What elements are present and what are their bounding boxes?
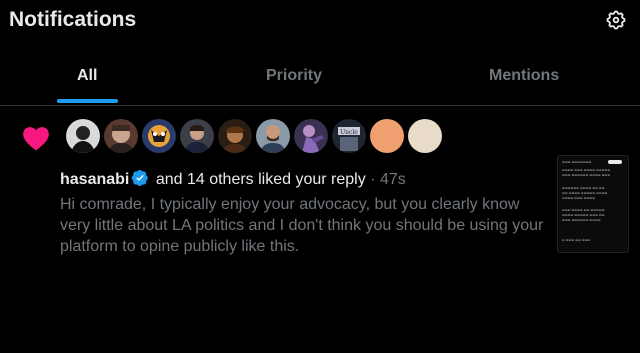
thumbnail-line: ▬▬▬ ▬▬▬▬▬▬ ▬▬▬▬ ▬▬▬ <box>562 173 611 177</box>
thumbnail-button <box>608 160 622 164</box>
avatar[interactable] <box>294 119 328 153</box>
avatar[interactable] <box>256 119 290 153</box>
active-tab-indicator <box>57 99 118 103</box>
thumbnail-line: ▬▬▬▬ ▬▬▬ ▬▬▬▬ ▬▬▬▬▬ <box>562 168 611 172</box>
tab-mentions[interactable]: Mentions <box>413 52 640 106</box>
avatar[interactable] <box>408 119 442 153</box>
heart-icon <box>23 127 49 151</box>
reply-preview-thumbnail[interactable]: ▬▬▬ ▬▬▬▬▬▬▬ ▬▬▬▬ ▬▬▬ ▬▬▬▬ ▬▬▬▬▬ ▬▬▬ ▬▬▬▬… <box>557 155 629 253</box>
thumbnail-line: ▬▬▬ ▬▬▬▬▬▬▬ <box>562 160 592 164</box>
notification-summary: hasanabi and 14 others liked your reply … <box>60 169 406 189</box>
thumbnail-line: ▬▬▬▬ ▬▬▬ ▬▬▬▬ <box>562 196 596 200</box>
tab-all-label: All <box>77 67 98 84</box>
username-link[interactable]: hasanabi <box>60 171 129 188</box>
avatar[interactable] <box>218 119 252 153</box>
like-action-text: and 14 others liked your reply <box>155 171 366 188</box>
timestamp: 47s <box>379 171 406 188</box>
thumbnail-line: ▬▬ ▬▬▬▬ ▬▬▬▬▬ ▬▬▬▬ <box>562 191 608 195</box>
gear-icon[interactable] <box>605 9 627 31</box>
verified-badge-icon <box>132 169 149 187</box>
tab-all[interactable]: All <box>0 52 176 106</box>
header: Notifications <box>0 0 640 44</box>
tab-priority[interactable]: Priority <box>176 52 413 106</box>
avatar[interactable]: Uncle <box>332 119 366 153</box>
thumbnail-line: ▬ ▬▬▬ ▬▬ ▬▬▬ <box>562 238 591 242</box>
avatar[interactable] <box>142 119 176 153</box>
tab-mentions-label: Mentions <box>489 67 560 84</box>
avatar[interactable] <box>180 119 214 153</box>
avatar[interactable] <box>104 119 138 153</box>
thumbnail-line: ▬▬▬▬ ▬▬▬▬▬ ▬▬▬ ▬▬ <box>562 213 605 217</box>
page-title: Notifications <box>9 8 137 31</box>
like-notification[interactable]: Uncle hasanabi and 14 others liked your … <box>0 107 640 353</box>
avatar[interactable] <box>370 119 404 153</box>
tab-priority-label: Priority <box>266 67 323 84</box>
thumbnail-line: ▬▬▬ ▬▬▬▬ ▬▬ ▬▬▬▬▬ <box>562 208 605 212</box>
avatar[interactable] <box>66 119 100 153</box>
thumbnail-line: ▬▬▬▬▬▬ ▬▬▬▬ ▬▬ ▬▬ <box>562 186 605 190</box>
reply-text: Hi comrade, I typically enjoy your advoc… <box>60 196 544 255</box>
thumbnail-line: ▬▬▬ ▬▬▬▬▬▬ ▬▬▬▬ <box>562 218 601 222</box>
separator: · <box>370 171 376 188</box>
notification-tabs: All Priority Mentions <box>0 52 640 106</box>
svg-text:Uncle: Uncle <box>340 129 358 136</box>
